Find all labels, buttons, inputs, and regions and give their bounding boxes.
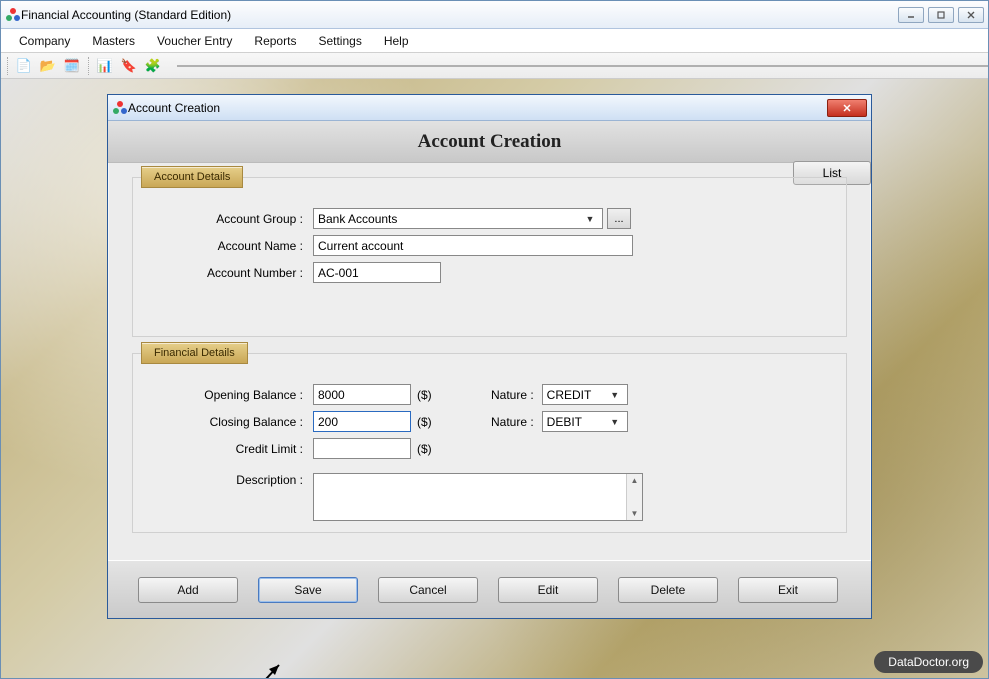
menu-company[interactable]: Company	[19, 34, 70, 48]
mdi-workspace: Account Creation Account Creation List A…	[1, 79, 988, 678]
chevron-down-icon: ▼	[607, 417, 623, 427]
dialog-footer: Add Save Cancel Edit Delete Exit	[108, 560, 871, 618]
exit-button[interactable]: Exit	[738, 577, 838, 603]
main-titlebar[interactable]: Financial Accounting (Standard Edition)	[1, 1, 988, 29]
add-button[interactable]: Add	[138, 577, 238, 603]
chevron-down-icon: ▼	[607, 390, 623, 400]
toolbar-open-icon[interactable]: 📂	[38, 56, 58, 76]
menu-help[interactable]: Help	[384, 34, 409, 48]
menu-masters[interactable]: Masters	[92, 34, 135, 48]
closing-balance-input[interactable]	[313, 411, 411, 432]
main-window: Financial Accounting (Standard Edition) …	[0, 0, 989, 679]
label-closing-balance: Closing Balance :	[153, 415, 313, 429]
menubar: Company Masters Voucher Entry Reports Se…	[1, 29, 988, 53]
dialog-title: Account Creation	[128, 101, 220, 115]
account-details-fieldset: Account Details Account Group : Bank Acc…	[132, 177, 847, 337]
annotation-arrow-icon	[249, 659, 287, 678]
toolbar-options-icon[interactable]: 🧩	[143, 56, 163, 76]
label-account-name: Account Name :	[153, 239, 313, 253]
nature-closing-select[interactable]: DEBIT ▼	[542, 411, 628, 432]
window-title: Financial Accounting (Standard Edition)	[21, 8, 231, 22]
account-group-select[interactable]: Bank Accounts ▼	[313, 208, 603, 229]
nature-closing-value: DEBIT	[547, 415, 582, 429]
save-button[interactable]: Save	[258, 577, 358, 603]
dialog-icon	[112, 100, 128, 116]
account-name-input[interactable]	[313, 235, 633, 256]
toolbar: 📄 📂 🗓️ 📊 🔖 🧩	[1, 53, 988, 79]
toolbar-grid-icon[interactable]: 🗓️	[62, 56, 82, 76]
label-opening-balance: Opening Balance :	[153, 388, 313, 402]
dialog-close-button[interactable]	[827, 99, 867, 117]
account-creation-dialog: Account Creation Account Creation List A…	[107, 94, 872, 619]
cancel-button[interactable]: Cancel	[378, 577, 478, 603]
label-description: Description :	[153, 473, 313, 487]
toolbar-new-icon[interactable]: 📄	[14, 56, 34, 76]
nature-opening-value: CREDIT	[547, 388, 592, 402]
edit-button[interactable]: Edit	[498, 577, 598, 603]
dialog-body: List Account Details Account Group : Ban…	[108, 163, 871, 560]
account-number-input[interactable]	[313, 262, 441, 283]
menu-settings[interactable]: Settings	[318, 34, 361, 48]
chevron-down-icon: ▼	[582, 214, 598, 224]
menu-reports[interactable]: Reports	[254, 34, 296, 48]
financial-details-legend: Financial Details	[141, 342, 248, 364]
opening-balance-input[interactable]	[313, 384, 411, 405]
watermark-badge: DataDoctor.org	[874, 651, 983, 673]
delete-button[interactable]: Delete	[618, 577, 718, 603]
textarea-scrollbar[interactable]: ▲▼	[626, 474, 642, 520]
close-button[interactable]	[958, 7, 984, 23]
maximize-button[interactable]	[928, 7, 954, 23]
menu-voucher-entry[interactable]: Voucher Entry	[157, 34, 232, 48]
financial-details-fieldset: Financial Details Opening Balance : ($) …	[132, 353, 847, 533]
nature-opening-select[interactable]: CREDIT ▼	[542, 384, 628, 405]
label-account-number: Account Number :	[153, 266, 313, 280]
label-nature-1: Nature :	[472, 388, 542, 402]
toolbar-chart-icon[interactable]: 📊	[95, 56, 115, 76]
toolbar-tag-icon[interactable]: 🔖	[119, 56, 139, 76]
currency-suffix-1: ($)	[417, 388, 432, 402]
account-group-value: Bank Accounts	[318, 212, 397, 226]
description-textarea[interactable]: ▲▼	[313, 473, 643, 521]
currency-suffix-2: ($)	[417, 415, 432, 429]
dialog-header: Account Creation	[108, 121, 871, 163]
dialog-titlebar[interactable]: Account Creation	[108, 95, 871, 121]
label-credit-limit: Credit Limit :	[153, 442, 313, 456]
credit-limit-input[interactable]	[313, 438, 411, 459]
label-nature-2: Nature :	[472, 415, 542, 429]
app-icon	[5, 7, 21, 23]
currency-suffix-3: ($)	[417, 442, 432, 456]
account-group-browse-button[interactable]: ...	[607, 208, 631, 229]
label-account-group: Account Group :	[153, 212, 313, 226]
minimize-button[interactable]	[898, 7, 924, 23]
account-details-legend: Account Details	[141, 166, 243, 188]
